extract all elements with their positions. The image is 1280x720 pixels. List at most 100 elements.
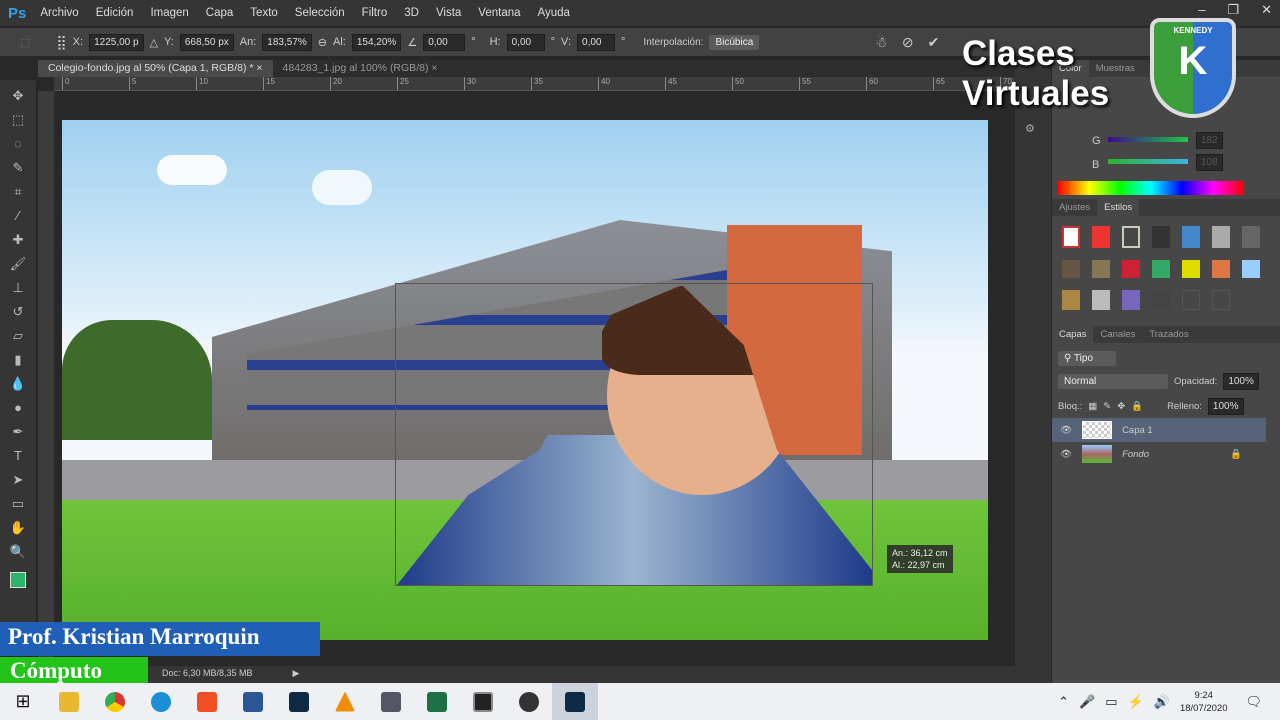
- pen-tool-icon[interactable]: ✒: [8, 424, 28, 441]
- photoshop-active-icon[interactable]: [552, 683, 598, 720]
- tab-capas[interactable]: Capas: [1052, 326, 1094, 343]
- status-arrow-icon[interactable]: ▶: [293, 668, 300, 678]
- photoshop-taskbar-icon[interactable]: [276, 683, 322, 720]
- menu-capa[interactable]: Capa: [206, 7, 234, 19]
- style-swatch[interactable]: [1182, 260, 1200, 278]
- style-swatch[interactable]: [1122, 290, 1140, 310]
- shape-tool-icon[interactable]: ▭: [8, 496, 28, 513]
- quick-select-tool-icon[interactable]: ✎: [8, 160, 28, 177]
- g-field[interactable]: 182: [1196, 132, 1223, 149]
- restore-icon[interactable]: ❐: [1227, 2, 1239, 18]
- layer-name[interactable]: Capa 1: [1122, 425, 1153, 436]
- style-swatch[interactable]: [1062, 260, 1080, 278]
- terminal-icon[interactable]: [460, 683, 506, 720]
- lock-all-icon[interactable]: 🔒: [1131, 401, 1143, 412]
- chrome-icon[interactable]: [92, 683, 138, 720]
- style-swatch[interactable]: [1242, 226, 1260, 248]
- lock-position-icon[interactable]: ✥: [1117, 401, 1125, 412]
- blend-mode-select[interactable]: Normal: [1058, 373, 1168, 389]
- stamp-tool-icon[interactable]: ⊥: [8, 280, 28, 297]
- link-icon[interactable]: ⊖: [318, 36, 327, 49]
- style-swatch[interactable]: [1062, 290, 1080, 310]
- fill-field[interactable]: 100%: [1207, 397, 1244, 415]
- minimize-icon[interactable]: –: [1198, 2, 1205, 18]
- zoom-tool-icon[interactable]: 🔍: [8, 544, 28, 561]
- file-explorer-icon[interactable]: [46, 683, 92, 720]
- menu-imagen[interactable]: Imagen: [150, 7, 188, 19]
- style-swatch[interactable]: [1092, 226, 1110, 248]
- width-field[interactable]: 183,57%: [262, 33, 312, 51]
- warp-icon[interactable]: ☃: [875, 34, 888, 51]
- style-swatch[interactable]: [1122, 226, 1140, 248]
- chevron-up-icon[interactable]: ⌃: [1058, 694, 1069, 710]
- lasso-tool-icon[interactable]: ◌: [8, 136, 28, 153]
- tab-canales[interactable]: Canales: [1093, 326, 1142, 343]
- notifications-icon[interactable]: 🗨: [1245, 694, 1262, 710]
- menu-ventana[interactable]: Ventana: [478, 7, 520, 19]
- delta-icon[interactable]: △: [150, 36, 158, 49]
- menu-vista[interactable]: Vista: [436, 7, 461, 19]
- lock-pixels-icon[interactable]: ✎: [1103, 401, 1111, 412]
- foreground-color-swatch[interactable]: [10, 572, 26, 588]
- document-image[interactable]: An.: 36,12 cm Al.: 22,97 cm: [62, 120, 988, 640]
- hand-tool-icon[interactable]: ✋: [8, 520, 28, 537]
- edge-icon[interactable]: [138, 683, 184, 720]
- word-icon[interactable]: [230, 683, 276, 720]
- tab-colegio-fondo[interactable]: Colegio-fondo.jpg al 50% (Capa 1, RGB/8)…: [38, 60, 273, 77]
- layer-row-fondo[interactable]: 👁 Fondo 🔒: [1052, 442, 1274, 466]
- commit-transform-icon[interactable]: ✔: [928, 34, 940, 51]
- transform-bounding-box[interactable]: [395, 283, 873, 586]
- dodge-tool-icon[interactable]: ●: [8, 400, 28, 417]
- interpolation-select[interactable]: Bicúbica: [709, 34, 760, 50]
- brush-tool-icon[interactable]: 🖌: [8, 256, 28, 273]
- obs-icon[interactable]: [506, 683, 552, 720]
- tab-ajustes[interactable]: Ajustes: [1052, 199, 1097, 216]
- microphone-icon[interactable]: 🎤: [1079, 694, 1095, 710]
- volume-icon[interactable]: 🔊: [1154, 694, 1170, 710]
- menu-filtro[interactable]: Filtro: [362, 7, 388, 19]
- transform-tool-icon[interactable]: ⬚: [20, 36, 30, 49]
- vlc-icon[interactable]: [322, 683, 368, 720]
- height-field[interactable]: 154,20%: [351, 33, 402, 51]
- style-swatch[interactable]: [1212, 260, 1230, 278]
- move-tool-icon[interactable]: ✥: [8, 88, 28, 105]
- style-swatch[interactable]: [1122, 260, 1140, 278]
- close-tab-icon[interactable]: ×: [431, 62, 437, 74]
- close-icon[interactable]: ✕: [1261, 2, 1272, 18]
- clock[interactable]: 9:24 18/07/2020: [1180, 689, 1228, 715]
- type-tool-icon[interactable]: T: [8, 448, 28, 465]
- style-swatch[interactable]: [1092, 260, 1110, 278]
- color-spectrum[interactable]: [1058, 181, 1244, 195]
- style-swatch[interactable]: [1152, 226, 1170, 248]
- tab-estilos[interactable]: Estilos: [1097, 199, 1140, 216]
- y-field[interactable]: 668,50 px: [179, 33, 234, 51]
- style-swatch[interactable]: [1182, 290, 1200, 310]
- panel-icon[interactable]: ⚙: [1025, 122, 1051, 135]
- v-skew-field[interactable]: 0,00: [577, 33, 616, 51]
- crop-tool-icon[interactable]: ⌗: [8, 184, 28, 201]
- gradient-tool-icon[interactable]: ▮: [8, 352, 28, 369]
- b-field[interactable]: 108: [1196, 154, 1223, 171]
- reference-point-icon[interactable]: ⣿: [56, 34, 66, 51]
- eraser-tool-icon[interactable]: ▱: [8, 328, 28, 345]
- layer-filter-select[interactable]: ⚲ Tipo: [1058, 350, 1116, 366]
- history-brush-icon[interactable]: ↺: [8, 304, 28, 321]
- menu-seleccion[interactable]: Selección: [295, 7, 345, 19]
- h-skew-field[interactable]: 0,00: [506, 33, 545, 51]
- lock-transparency-icon[interactable]: ▦: [1088, 401, 1097, 412]
- style-swatch[interactable]: [1242, 260, 1260, 278]
- opacity-field[interactable]: 100%: [1223, 372, 1259, 390]
- b-slider[interactable]: [1108, 159, 1188, 164]
- style-swatch[interactable]: [1092, 290, 1110, 310]
- brave-icon[interactable]: [184, 683, 230, 720]
- menu-ayuda[interactable]: Ayuda: [538, 7, 570, 19]
- angle-field[interactable]: 0,00: [423, 33, 466, 51]
- tab-trazados[interactable]: Trazados: [1142, 326, 1195, 343]
- menu-archivo[interactable]: Archivo: [40, 7, 78, 19]
- battery-icon[interactable]: ▭: [1105, 694, 1117, 710]
- eyedropper-tool-icon[interactable]: ⁄: [8, 208, 28, 225]
- cancel-transform-icon[interactable]: ⊘: [902, 34, 914, 51]
- style-swatch[interactable]: [1152, 260, 1170, 278]
- close-tab-icon[interactable]: ×: [256, 62, 262, 74]
- layer-name[interactable]: Fondo: [1122, 449, 1230, 460]
